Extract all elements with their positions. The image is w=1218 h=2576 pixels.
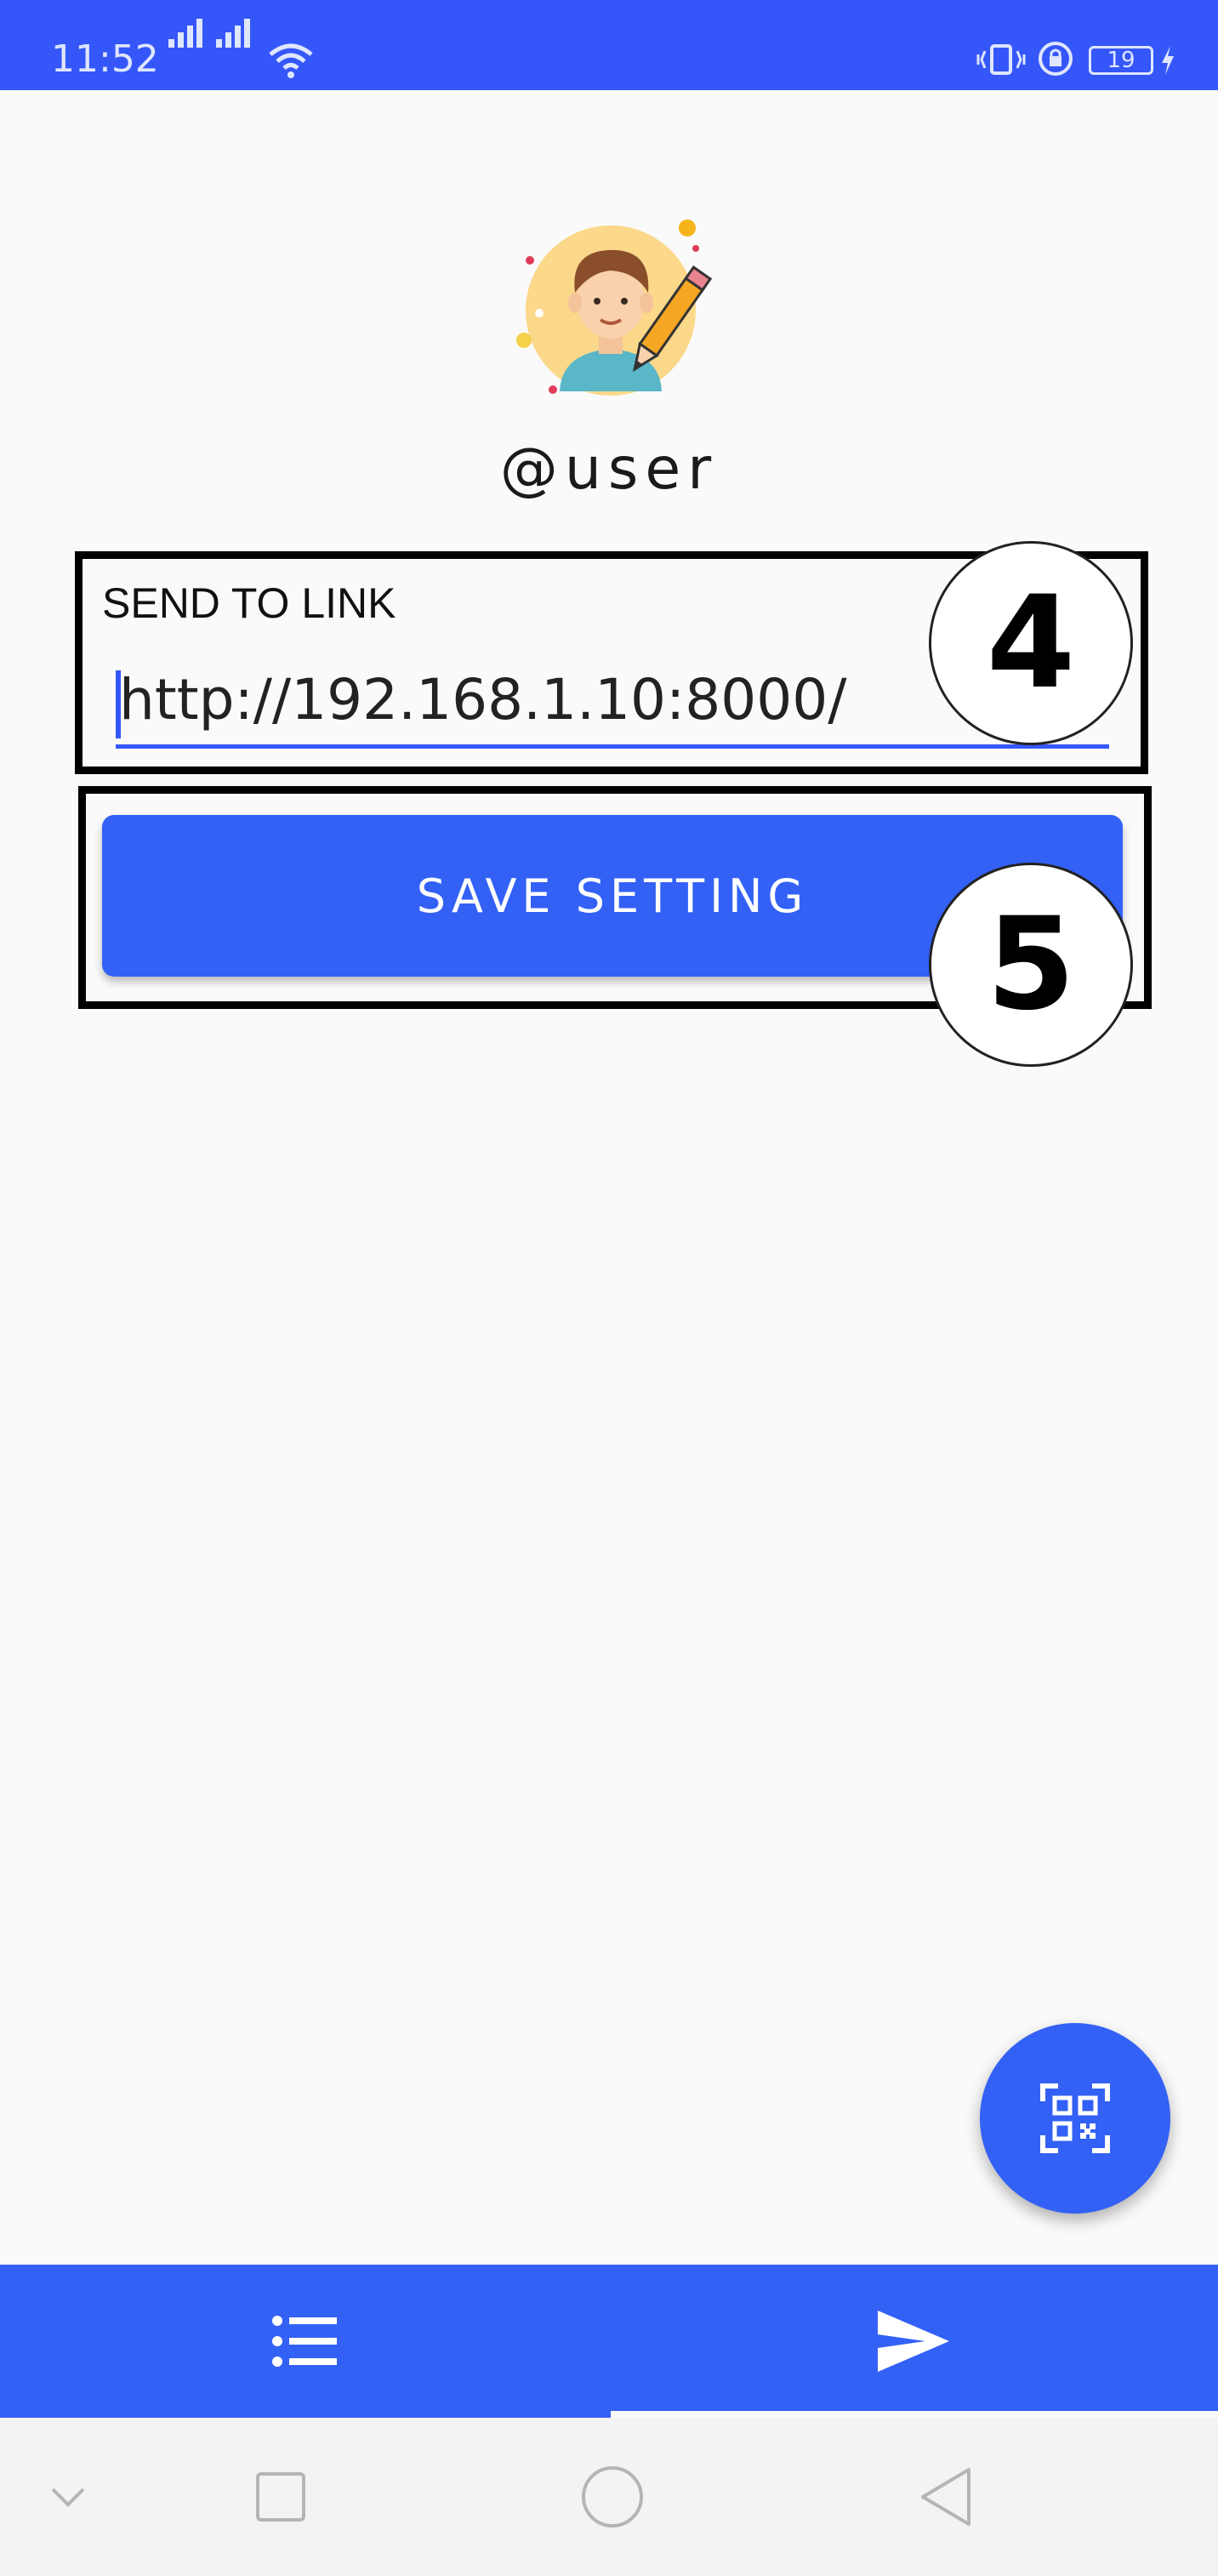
vibrate-icon — [976, 44, 1026, 75]
tab-send[interactable] — [609, 2265, 1218, 2418]
tab-list[interactable] — [0, 2265, 609, 2418]
annotation-badge-5: 5 — [929, 863, 1133, 1067]
screen: 11:52 19 @user SEND TO LINK http://192.1… — [0, 0, 1218, 2576]
text-caret — [116, 670, 121, 738]
username: @user — [499, 436, 719, 503]
avatar-pencil-icon[interactable] — [509, 204, 721, 417]
qr-scan-icon — [1040, 2083, 1110, 2153]
back-icon — [921, 2468, 970, 2526]
status-time: 11:52 — [51, 37, 159, 81]
chevron-down-button[interactable] — [34, 2418, 102, 2576]
send-icon — [878, 2311, 949, 2372]
battery-level: 19 — [1107, 48, 1135, 73]
list-icon — [272, 2316, 337, 2367]
wifi-icon — [269, 43, 313, 78]
qr-scan-button[interactable] — [980, 2023, 1170, 2214]
send-link-label: SEND TO LINK — [102, 579, 396, 627]
home-icon — [582, 2466, 643, 2528]
home-button[interactable] — [570, 2418, 655, 2576]
recents-icon — [256, 2472, 305, 2522]
alarm-icon — [1039, 42, 1073, 76]
system-nav — [0, 2418, 1218, 2576]
charging-icon — [1162, 46, 1174, 75]
recents-button[interactable] — [238, 2418, 323, 2576]
annotation-badge-4: 4 — [929, 541, 1133, 745]
active-tab-indicator — [611, 2411, 1218, 2418]
back-button[interactable] — [903, 2418, 988, 2576]
status-bar: 11:52 19 — [0, 0, 1218, 90]
chevron-down-icon — [51, 2488, 85, 2507]
battery-icon: 19 — [1089, 46, 1153, 75]
bottom-nav — [0, 2265, 1218, 2418]
